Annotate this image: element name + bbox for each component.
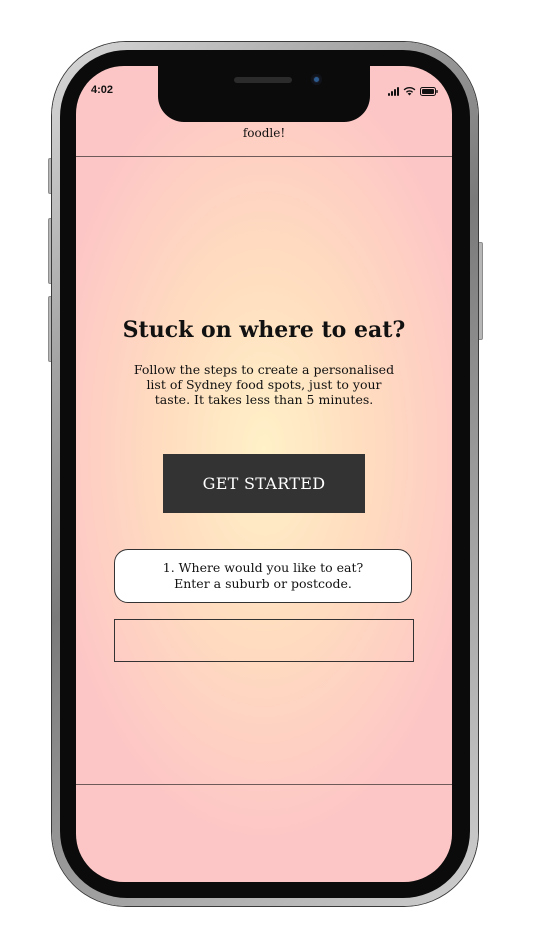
status-icons — [388, 84, 438, 96]
battery-icon — [420, 87, 438, 96]
question-line: 1. Where would you like to eat? — [162, 560, 364, 575]
intro-line: list of Sydney food spots, just to your — [146, 377, 382, 392]
speaker-grille — [234, 77, 292, 83]
app-title: foodle! — [242, 126, 286, 140]
camera-icon — [311, 74, 322, 85]
signal-icon — [388, 86, 399, 96]
wifi-icon — [403, 86, 416, 96]
intro-text: Follow the steps to create a personalise… — [110, 362, 418, 407]
footer-divider — [76, 784, 452, 785]
step-1-question: 1. Where would you like to eat? Enter a … — [114, 549, 412, 603]
location-input[interactable] — [114, 619, 414, 662]
get-started-button[interactable]: GET STARTED — [163, 454, 365, 513]
intro-line: Follow the steps to create a personalise… — [133, 362, 395, 377]
intro-line: taste. It takes less than 5 minutes. — [154, 392, 374, 407]
phone-screen: 4:02 foodle! Stuck on where to eat? Foll… — [76, 66, 452, 882]
status-time: 4:02 — [91, 84, 114, 96]
app-header: foodle! — [76, 122, 452, 157]
phone-notch — [158, 66, 370, 122]
question-line: Enter a suburb or postcode. — [174, 576, 352, 591]
page-headline: Stuck on where to eat? — [122, 317, 406, 343]
